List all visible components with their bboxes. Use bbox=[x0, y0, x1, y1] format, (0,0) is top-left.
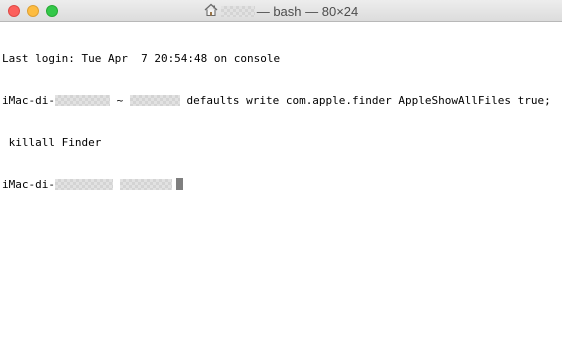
command-continuation: killall Finder bbox=[2, 136, 102, 149]
redacted-username-2 bbox=[119, 179, 172, 190]
command-line: iMac-di- ~ defaults write com.apple.find… bbox=[2, 94, 562, 108]
prompt-tilde: ~ bbox=[109, 94, 130, 107]
redacted-hostname-2 bbox=[54, 179, 113, 190]
redacted-username bbox=[129, 95, 180, 106]
redacted-username-title bbox=[220, 5, 255, 17]
title-bar[interactable]: — bash — 80×24 bbox=[0, 0, 562, 22]
prompt-prefix: iMac-di- bbox=[2, 94, 55, 107]
terminal-output[interactable]: Last login: Tue Apr 7 20:54:48 on consol… bbox=[2, 24, 562, 220]
prompt2-prefix: iMac-di- bbox=[2, 178, 55, 191]
window-title-text: — bash — 80×24 bbox=[256, 3, 359, 19]
window-title: — bash — 80×24 bbox=[0, 0, 562, 22]
command-text: defaults write com.apple.finder AppleSho… bbox=[179, 94, 551, 107]
last-login-line: Last login: Tue Apr 7 20:54:48 on consol… bbox=[2, 52, 281, 65]
terminal-window: — bash — 80×24 Last login: Tue Apr 7 20:… bbox=[0, 0, 562, 359]
current-prompt-line[interactable]: iMac-di- bbox=[2, 178, 562, 192]
text-cursor bbox=[175, 178, 183, 190]
redacted-hostname bbox=[54, 95, 110, 106]
home-folder-icon bbox=[204, 3, 218, 17]
